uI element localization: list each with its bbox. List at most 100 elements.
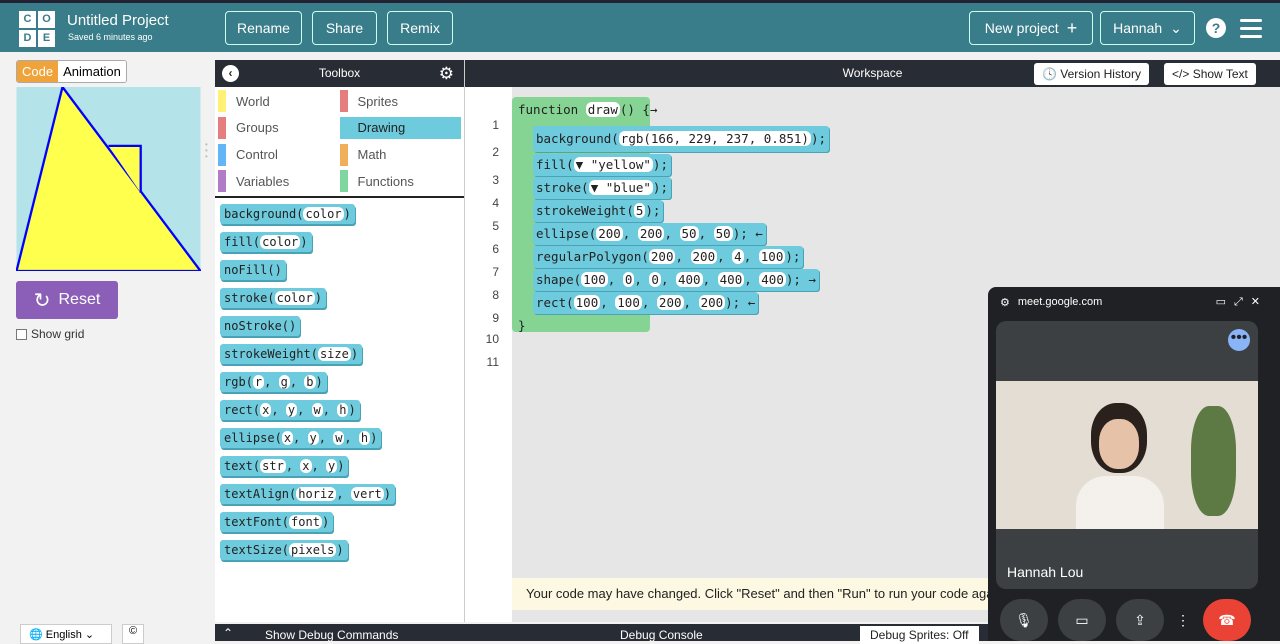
window-controls-icon[interactable]: ▭⤢✕ <box>1216 295 1268 309</box>
function-header: function draw() {→ <box>518 102 658 117</box>
palette-block-textFont[interactable]: textFont(font) <box>220 512 334 532</box>
code-arg[interactable]: 100 <box>615 295 642 310</box>
category-variables[interactable]: Variables <box>218 170 340 193</box>
code-block-strokeWeight[interactable]: strokeWeight(5); <box>533 200 664 222</box>
code-arg[interactable]: 200 <box>698 295 726 310</box>
saved-status: Saved 6 minutes ago <box>68 32 153 42</box>
code-tail: ; ← <box>740 226 763 241</box>
category-label: Variables <box>236 173 290 189</box>
debug-sprites-toggle[interactable]: Debug Sprites: Off <box>860 626 979 644</box>
code-arg[interactable]: rgb(166, 229, 237, 0.851) <box>618 131 811 146</box>
code-arg[interactable]: 400 <box>676 272 703 287</box>
collapse-debug-icon[interactable]: ⌃ <box>223 626 233 640</box>
code-arg[interactable]: ▼ "yellow" <box>573 157 653 172</box>
tab-code[interactable]: Code <box>17 61 59 82</box>
help-icon[interactable]: ? <box>1206 18 1226 38</box>
category-math[interactable]: Math <box>339 143 462 166</box>
show-text-button[interactable]: </> Show Text <box>1164 63 1256 85</box>
collapse-toolbox-icon[interactable]: ‹ <box>222 65 239 82</box>
new-project-button[interactable]: New project + <box>969 11 1093 45</box>
copyright-button[interactable]: © <box>122 624 144 644</box>
user-menu-button[interactable]: Hannah ⌄ <box>1100 11 1195 45</box>
code-fn: shape <box>536 272 574 287</box>
category-drawing[interactable]: Drawing <box>339 116 461 139</box>
code-arg[interactable]: 0 <box>622 272 635 287</box>
gear-icon[interactable]: ⚙ <box>439 60 454 87</box>
palette-block-textAlign[interactable]: textAlign(horiz, vert) <box>220 484 395 504</box>
code-block-stroke[interactable]: stroke(▼ "blue"); <box>533 177 671 199</box>
code-arg[interactable]: 0 <box>649 272 661 287</box>
language-select[interactable]: 🌐 English ⌄ <box>20 624 112 644</box>
show-grid-checkbox[interactable]: Show grid <box>16 327 84 341</box>
code-arg[interactable]: 200 <box>690 249 718 264</box>
block-param: x <box>260 403 272 417</box>
code-org-logo[interactable]: CODE <box>19 11 55 47</box>
present-button[interactable]: ⇪ <box>1116 599 1164 641</box>
line-number-gutter: 1 2 3 4 5 6 7 8 9 10 11 <box>465 87 512 622</box>
line-number: 2 <box>492 145 499 159</box>
leave-call-button[interactable]: ☎ <box>1203 599 1251 641</box>
block-param: y <box>325 459 338 473</box>
code-arg[interactable]: 200 <box>656 295 684 310</box>
code-arg[interactable]: 100 <box>758 249 786 264</box>
palette-block-ellipse[interactable]: ellipse(x, y, w, h) <box>220 428 382 448</box>
code-arg[interactable]: 200 <box>637 226 665 241</box>
reset-button[interactable]: ↻ Reset <box>16 281 118 319</box>
function-close: } <box>518 318 526 333</box>
more-options-icon[interactable]: ••• <box>1228 329 1250 351</box>
code-block-fill[interactable]: fill(▼ "yellow"); <box>533 154 671 176</box>
category-groups[interactable]: Groups <box>218 116 340 139</box>
block-name: rgb <box>224 375 246 389</box>
code-block-rect[interactable]: rect(100, 100, 200, 200); ← <box>533 292 759 314</box>
category-functions[interactable]: Functions <box>339 170 462 193</box>
code-arg[interactable]: 50 <box>713 226 733 241</box>
code-fn: ellipse <box>536 226 589 241</box>
category-label: World <box>236 93 270 109</box>
code-arg[interactable]: 200 <box>596 226 623 241</box>
code-arg[interactable]: 100 <box>573 295 601 310</box>
code-arg[interactable]: 50 <box>679 226 699 241</box>
code-arg[interactable]: 400 <box>717 272 745 287</box>
share-button[interactable]: Share <box>312 11 377 45</box>
rename-button[interactable]: Rename <box>225 11 302 45</box>
show-debug-commands[interactable]: Show Debug Commands <box>265 628 398 642</box>
microphone-button[interactable]: 🎙 <box>1000 599 1048 641</box>
palette-block-rect[interactable]: rect(x, y, w, h) <box>220 400 360 420</box>
palette-block-noStroke[interactable]: noStroke() <box>220 316 301 336</box>
more-button[interactable]: ⋮ <box>1174 599 1192 641</box>
version-history-button[interactable]: 🕓 Version History <box>1034 63 1149 85</box>
code-arg[interactable]: 400 <box>759 272 786 287</box>
block-param: g <box>278 375 290 389</box>
code-tail: ; <box>652 203 661 218</box>
hamburger-menu-icon[interactable] <box>1240 19 1262 43</box>
code-block-ellipse[interactable]: ellipse(200, 200, 50, 50); ← <box>533 223 766 245</box>
tab-animation[interactable]: Animation <box>58 61 126 82</box>
category-control[interactable]: Control <box>218 143 340 166</box>
remix-button[interactable]: Remix <box>387 11 453 45</box>
palette-block-stroke[interactable]: stroke(color) <box>220 288 326 308</box>
palette-block-textSize[interactable]: textSize(pixels) <box>220 540 348 560</box>
function-name[interactable]: draw <box>585 102 620 117</box>
code-arg[interactable]: ▼ "blue" <box>588 180 653 195</box>
palette-block-strokeWeight[interactable]: strokeWeight(size) <box>220 344 363 364</box>
palette-block-text[interactable]: text(str, x, y) <box>220 456 349 476</box>
code-block-shape[interactable]: shape(100, 0, 0, 400, 400, 400); → <box>533 269 819 291</box>
category-sprites[interactable]: Sprites <box>339 90 462 112</box>
code-arg[interactable]: 5 <box>633 203 646 218</box>
palette-block-noFill[interactable]: noFill() <box>220 260 286 280</box>
block-param: size <box>317 347 351 361</box>
code-block-regularPolygon[interactable]: regularPolygon(200, 200, 4, 100); <box>533 246 804 268</box>
palette-block-rgb[interactable]: rgb(r, g, b) <box>220 372 327 392</box>
user-name: Hannah <box>1113 20 1163 36</box>
category-color-swatch <box>339 116 348 139</box>
resize-handle[interactable]: • • • <box>205 141 209 161</box>
palette-block-fill[interactable]: fill(color) <box>220 232 312 252</box>
code-arg[interactable]: 4 <box>732 249 744 264</box>
game-canvas[interactable] <box>16 87 201 271</box>
code-block-background[interactable]: background(rgb(166, 229, 237, 0.851)); <box>533 126 830 152</box>
palette-block-background[interactable]: background(color) <box>220 204 355 224</box>
code-arg[interactable]: 100 <box>581 272 608 287</box>
code-arg[interactable]: 200 <box>648 249 676 264</box>
category-world[interactable]: World <box>218 90 340 112</box>
camera-button[interactable]: ▭ <box>1058 599 1106 641</box>
